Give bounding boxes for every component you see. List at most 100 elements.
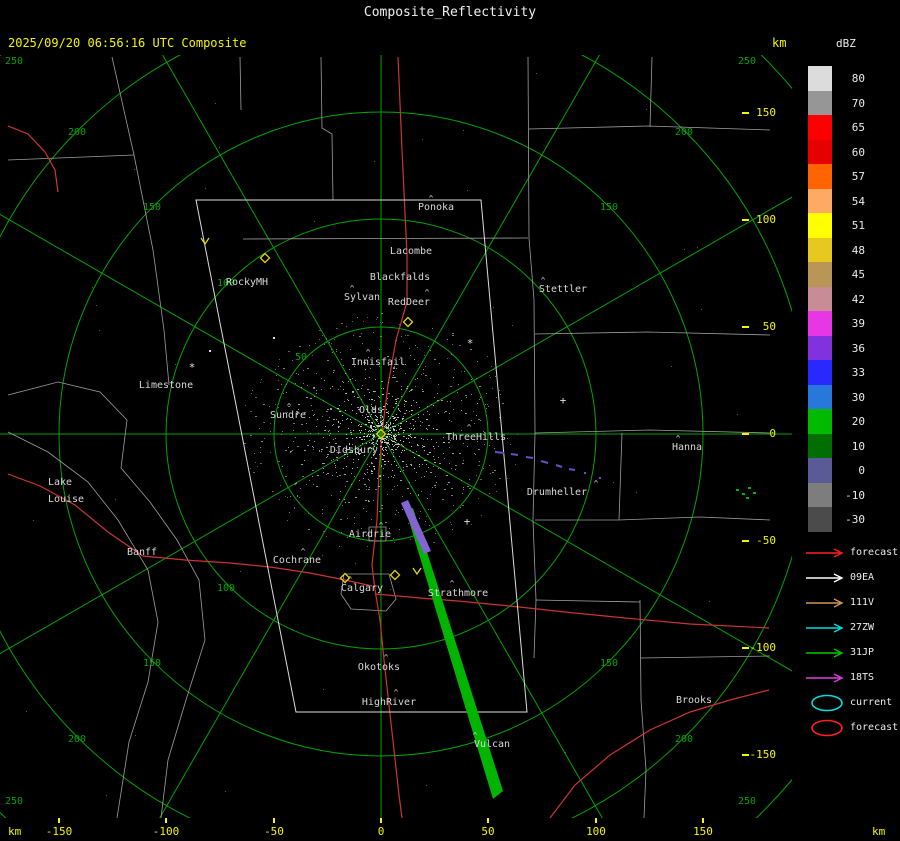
svg-text:250: 250 [5, 796, 23, 807]
svg-text:50: 50 [295, 352, 307, 363]
town-caret-icon: ^ [379, 521, 384, 530]
colorbar-swatch--10 [808, 482, 832, 508]
colorbar-value: 60 [851, 145, 865, 159]
town-caret-icon: ^ [384, 653, 389, 662]
bottom-axis-tick [273, 818, 275, 823]
cross-mark-icon: + [560, 394, 567, 407]
town-caret-icon: ^ [366, 348, 371, 357]
legend-arrow-icon [806, 673, 844, 683]
svg-text:200: 200 [68, 734, 86, 745]
city-label-strathmore: Strathmore [428, 588, 488, 599]
legend-arrow-icon [806, 548, 844, 558]
legend-arrow-icon [806, 648, 844, 658]
right-axis-label: 0 [769, 427, 776, 440]
radar-map-svg: 5010015020025015020025010015020025015020… [0, 0, 900, 841]
colorbar-value: 80 [851, 72, 865, 85]
right-axis-label: -150 [749, 748, 777, 761]
town-caret-icon: ^ [350, 284, 355, 293]
city-label-lacombe: Lacombe [390, 246, 432, 257]
colorbar-value: 51 [851, 219, 865, 232]
colorbar-value: 42 [851, 292, 865, 306]
bottom-axis-label: -150 [45, 825, 73, 838]
town-caret-icon: ^ [394, 688, 399, 697]
colorbar-panel: dBZ 80 70 65 60 57 54 51 48 45 42 39 36 33 30 20 10 0 -10… [798, 0, 900, 841]
town-caret-icon: ^ [450, 579, 455, 588]
right-axis-label: 150 [756, 106, 776, 119]
bottom-axis-label: 0 [377, 825, 385, 838]
right-axis-label: -50 [756, 534, 776, 547]
city-label-airdrie: Airdrie [349, 529, 391, 540]
colorbar-value: -10 [845, 488, 865, 502]
dot-mark-icon [209, 350, 211, 352]
legend-ellipse-icon [811, 719, 843, 737]
colorbar-value: 30 [851, 390, 865, 404]
radar-site-diamond-icon [402, 316, 414, 328]
legend-label: 27ZW [850, 622, 875, 633]
town-caret-icon: ^ [301, 547, 306, 556]
radar-map-canvas[interactable]: 50 100 150 200 250 150 200 250 100 150 200 250 150 20… [0, 0, 900, 841]
colorbar-value: 20 [851, 415, 865, 428]
city-label-olds: Olds [359, 405, 383, 416]
dot-mark-icon [273, 337, 275, 339]
city-label-limestone: Limestone [139, 380, 193, 391]
svg-text:200: 200 [675, 734, 693, 745]
right-axis-label: -100 [749, 641, 777, 654]
colorbar-value: 65 [851, 121, 865, 134]
legend-label: 111V [850, 597, 875, 608]
town-caret-icon: ^ [594, 479, 599, 488]
legend-arrow-icon [806, 623, 844, 633]
bottom-axis-label: 100 [586, 825, 606, 838]
right-axis-label: 100 [756, 213, 776, 226]
bottom-axis: km km -150 -100 -50 0 50 100 150 [0, 818, 900, 841]
city-label-louise: Louise [48, 494, 84, 505]
legend-arrow-icon [806, 598, 844, 608]
colorbar-value: -30 [845, 513, 865, 526]
city-label-innisfail: Innisfail [351, 357, 405, 368]
colorbar-value: 33 [851, 366, 865, 379]
town-caret-icon: ^ [676, 434, 681, 443]
city-label-cochrane: Cochrane [273, 555, 321, 566]
town-caret-icon: ^ [541, 276, 546, 285]
colorbar-value: 0 [858, 464, 865, 477]
colorbar-swatch-0 [808, 458, 832, 483]
svg-text:150: 150 [600, 658, 618, 669]
colorbar-swatch--30 [808, 507, 832, 532]
colorbar-value: 10 [851, 439, 865, 453]
town-caret-icon: ^ [287, 402, 292, 411]
legend-label: 09EA [850, 572, 875, 583]
town-caret-icon: ^ [467, 423, 472, 432]
city-label-sundre: Sundre [270, 410, 306, 421]
city-label-brooks: Brooks [676, 695, 712, 706]
city-label-calgary: Calgary [341, 583, 383, 594]
bottom-axis-label: -100 [152, 825, 180, 838]
svg-text:150: 150 [600, 202, 618, 213]
svg-text:250: 250 [5, 56, 23, 67]
city-label-highriver: HighRiver [362, 697, 416, 708]
svg-text:200: 200 [68, 127, 86, 138]
colorbar-swatch-33 [808, 360, 832, 385]
bottom-axis-tick [58, 818, 60, 823]
svg-text:150: 150 [143, 202, 161, 213]
city-label-rockymh: RockyMH [226, 277, 268, 288]
colorbar-value: 54 [851, 194, 865, 208]
right-axis: 150 100 50 0 -50 -100 -150 [738, 55, 784, 818]
colorbar-value: 45 [851, 268, 865, 281]
svg-text:200: 200 [675, 127, 693, 138]
colorbar-value: 48 [851, 243, 865, 257]
bottom-axis-tick [487, 818, 489, 823]
colorbar-swatch-20 [808, 409, 832, 434]
city-label-drumheller: Drumheller [527, 487, 587, 498]
svg-text:100: 100 [217, 583, 235, 594]
bottom-axis-label: 150 [693, 825, 713, 838]
city-label-didsbury: Didsbury [330, 445, 378, 456]
radar-site-diamond-icon [389, 569, 401, 581]
colorbar-swatch-57 [808, 164, 832, 189]
asterisk-mark-icon: * [467, 337, 474, 350]
bottom-axis-label: -50 [264, 825, 284, 838]
colorbar-swatch-60 [808, 139, 832, 165]
city-label-lake: Lake [48, 477, 72, 488]
city-label-stettler: Stettler [539, 284, 587, 295]
colorbar-swatch-10 [808, 433, 832, 459]
echo-streaks [401, 451, 756, 799]
colorbar-value: 70 [851, 96, 865, 110]
